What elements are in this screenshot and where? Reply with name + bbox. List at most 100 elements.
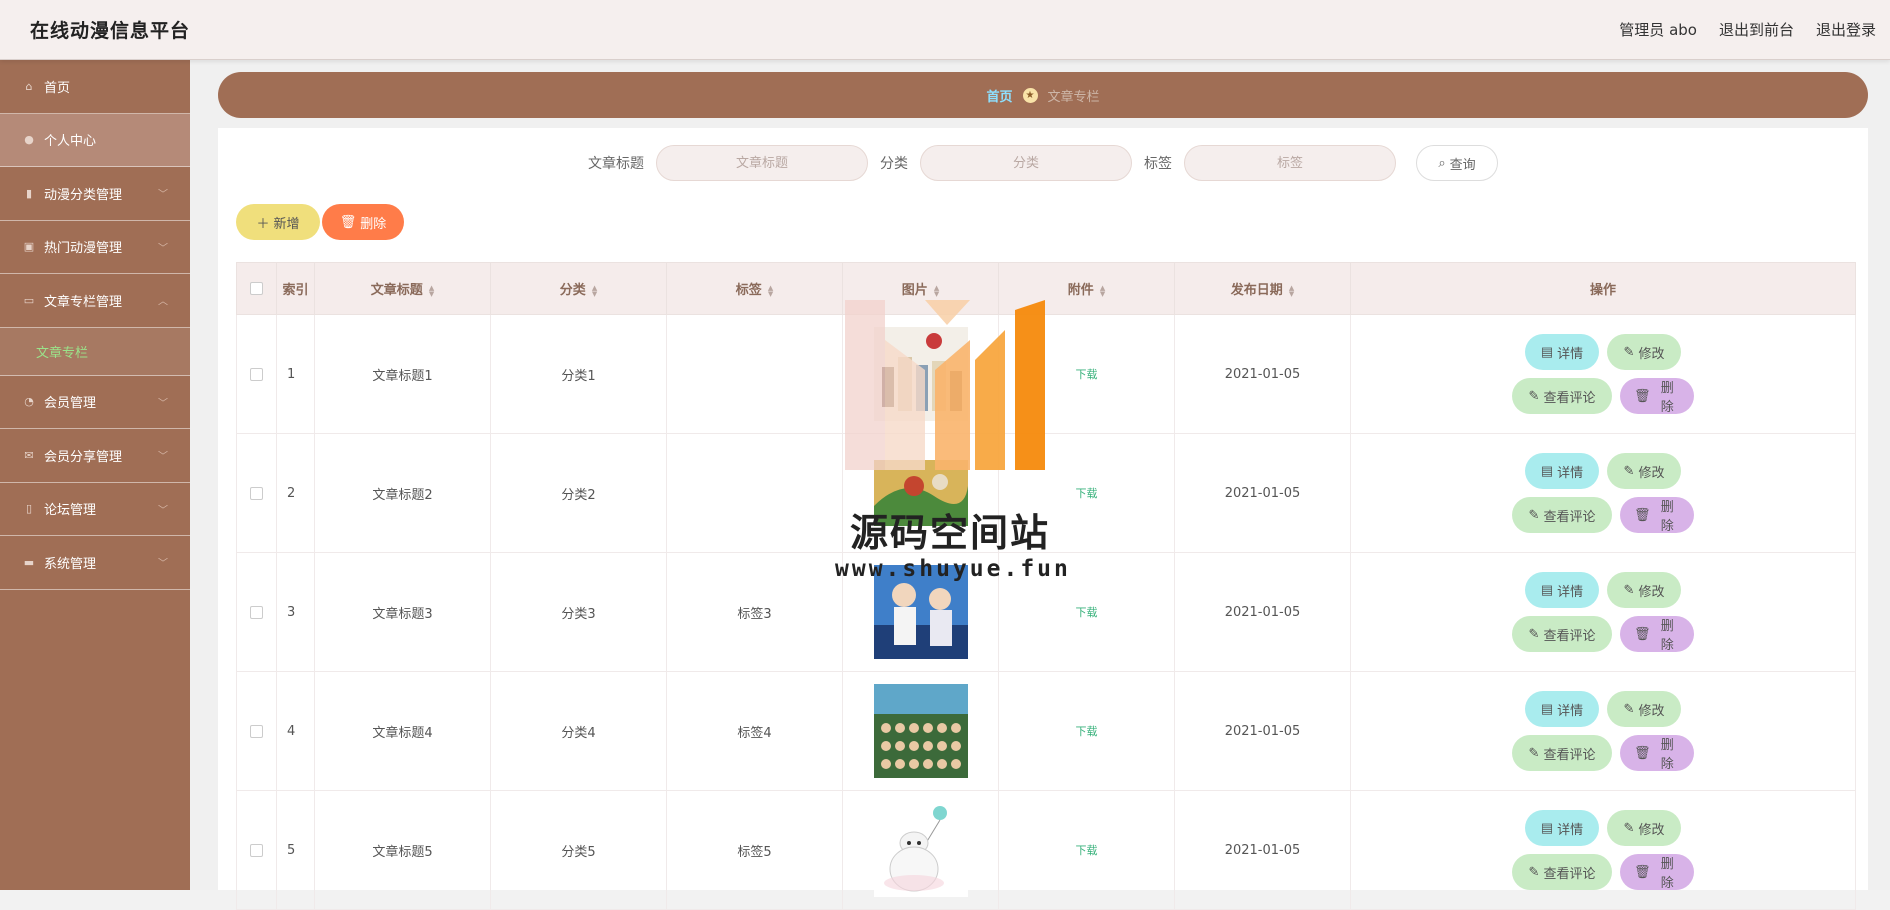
- delete-button-label: 删除: [360, 215, 387, 231]
- detail-button[interactable]: ▤ 详情: [1525, 691, 1599, 727]
- trash-icon: 🗑: [1634, 626, 1651, 641]
- anime-thumbnail[interactable]: [873, 684, 968, 778]
- row-checkbox[interactable]: [250, 486, 263, 500]
- row-category: 分类4: [490, 671, 667, 791]
- view-comments-button[interactable]: ✎ 查看评论: [1512, 378, 1612, 414]
- detail-button[interactable]: ▤ 详情: [1525, 453, 1599, 489]
- bulb-icon: ▯: [25, 502, 33, 516]
- mail-icon: ✉: [24, 448, 34, 462]
- current-user: 管理员 abo: [1619, 21, 1697, 39]
- back-to-front-link[interactable]: 退出到前台: [1719, 19, 1794, 40]
- sidebar-item-member-management[interactable]: ◔ 会员管理 ﹀: [0, 376, 190, 429]
- view-comments-button[interactable]: ✎ 查看评论: [1512, 616, 1612, 652]
- chevron-down-icon: ﹀: [158, 505, 168, 517]
- pencil-icon: ✎: [1528, 388, 1540, 403]
- view-comments-button[interactable]: ✎ 查看评论: [1512, 854, 1612, 890]
- keyboard-icon: ▬: [23, 555, 35, 569]
- pencil-icon: ✎: [1623, 582, 1635, 597]
- download-link[interactable]: 下载: [1076, 487, 1098, 500]
- download-link[interactable]: 下载: [1076, 606, 1098, 619]
- pencil-icon: ✎: [1623, 701, 1635, 716]
- chevron-down-icon: ﹀: [158, 558, 168, 570]
- view-comments-button[interactable]: ✎ 查看评论: [1512, 735, 1612, 771]
- anime-thumbnail[interactable]: [873, 327, 968, 421]
- sidebar-item-member-share-management[interactable]: ✉ 会员分享管理 ﹀: [0, 429, 190, 483]
- breadcrumb-current: 文章专栏: [1047, 89, 1100, 105]
- add-button[interactable]: ＋ 新增: [236, 204, 320, 240]
- column-header-category[interactable]: 分类 ▲ ▼: [490, 262, 667, 315]
- pencil-icon: ✎: [1528, 626, 1540, 641]
- column-header-date[interactable]: 发布日期 ▲ ▼: [1174, 262, 1351, 315]
- app-title: 在线动漫信息平台: [30, 20, 191, 42]
- sidebar-item-forum-management[interactable]: ▯ 论坛管理 ﹀: [0, 483, 190, 536]
- download-link[interactable]: 下载: [1076, 725, 1098, 738]
- detail-button[interactable]: ▤ 详情: [1525, 572, 1599, 608]
- tag-search-input[interactable]: [1184, 145, 1396, 181]
- download-link[interactable]: 下载: [1076, 368, 1098, 381]
- sidebar-item-article-management[interactable]: ▭ 文章专栏管理 ︿: [0, 274, 190, 328]
- sidebar-subitem-article-column[interactable]: 文章专栏: [0, 327, 190, 376]
- row-operations: ▤ 详情 ✎ 修改 ✎ 查看评论 🗑 删除: [1351, 453, 1855, 533]
- sidebar-item-hot-anime-management[interactable]: ▣ 热门动漫管理 ﹀: [0, 221, 190, 274]
- sort-icon[interactable]: ▲ ▼: [592, 284, 597, 297]
- logout-link[interactable]: 退出登录: [1816, 19, 1876, 40]
- delete-button[interactable]: 🗑 删除: [1620, 854, 1694, 890]
- sort-icon[interactable]: ▲ ▼: [934, 284, 939, 297]
- sidebar-item-system-management[interactable]: ▬ 系统管理 ﹀: [0, 536, 190, 590]
- row-title: 文章标题4: [314, 671, 491, 791]
- row-date: 2021-01-05: [1174, 790, 1351, 910]
- chevron-up-icon: ︿: [158, 296, 168, 308]
- sidebar-item-personal-center[interactable]: ● 个人中心: [0, 113, 190, 167]
- edit-button[interactable]: ✎ 修改: [1607, 572, 1681, 608]
- delete-button[interactable]: 🗑 删除: [1620, 616, 1694, 652]
- select-all-checkbox[interactable]: [250, 282, 263, 295]
- sort-icon[interactable]: ▲ ▼: [1289, 284, 1294, 297]
- sidebar-item-category-management[interactable]: ▮ 动漫分类管理 ﹀: [0, 167, 190, 221]
- sidebar-item-label: 文章专栏管理: [44, 294, 123, 310]
- anime-thumbnail[interactable]: [873, 565, 968, 659]
- view-comments-button[interactable]: ✎ 查看评论: [1512, 497, 1612, 533]
- row-operations: ▤ 详情 ✎ 修改 ✎ 查看评论 🗑 删除: [1351, 810, 1855, 890]
- row-title: 文章标题5: [314, 790, 491, 910]
- action-buttons: ＋ 新增 🗑 删除: [236, 204, 404, 240]
- edit-button[interactable]: ✎ 修改: [1607, 453, 1681, 489]
- detail-button[interactable]: ▤ 详情: [1525, 810, 1599, 846]
- column-header-operations: 操作: [1350, 262, 1856, 315]
- sort-icon[interactable]: ▲ ▼: [1100, 284, 1105, 297]
- row-date: 2021-01-05: [1174, 671, 1351, 791]
- tag-icon: ▮: [25, 186, 33, 200]
- column-header-image[interactable]: 图片 ▲ ▼: [842, 262, 999, 315]
- edit-button[interactable]: ✎ 修改: [1607, 334, 1681, 370]
- trash-icon: 🗑: [1634, 864, 1651, 879]
- title-search-input[interactable]: [656, 145, 868, 181]
- breadcrumb-home-link[interactable]: 首页: [986, 86, 1012, 105]
- row-checkbox[interactable]: [250, 605, 263, 619]
- delete-button[interactable]: 🗑 删除: [1620, 735, 1694, 771]
- anime-thumbnail[interactable]: [873, 446, 968, 540]
- sidebar-item-home[interactable]: ⌂ 首页: [0, 60, 190, 114]
- batch-delete-button[interactable]: 🗑 删除: [322, 204, 404, 240]
- row-checkbox[interactable]: [250, 843, 263, 857]
- sort-icon[interactable]: ▲ ▼: [429, 284, 434, 297]
- sidebar-item-label: 热门动漫管理: [44, 241, 123, 257]
- table-header-row: 索引 文章标题 ▲ ▼ 分类 ▲ ▼ 标签 ▲ ▼ 图片 ▲ ▼ 附件 ▲ ▼ 发布日期 ▲ ▼ 操作: [236, 262, 1856, 315]
- edit-button[interactable]: ✎ 修改: [1607, 810, 1681, 846]
- column-header-tag[interactable]: 标签 ▲ ▼: [666, 262, 843, 315]
- row-category: 分类2: [490, 433, 667, 553]
- sort-icon[interactable]: ▲ ▼: [768, 284, 773, 297]
- row-checkbox[interactable]: [250, 367, 263, 381]
- download-link[interactable]: 下载: [1076, 844, 1098, 857]
- edit-button[interactable]: ✎ 修改: [1607, 691, 1681, 727]
- column-header-attachment[interactable]: 附件 ▲ ▼: [998, 262, 1175, 315]
- query-button[interactable]: ⌕ 查询: [1416, 145, 1498, 181]
- document-icon: ▤: [1540, 582, 1554, 597]
- delete-button[interactable]: 🗑 删除: [1620, 497, 1694, 533]
- category-search-input[interactable]: [920, 145, 1132, 181]
- article-table: 索引 文章标题 ▲ ▼ 分类 ▲ ▼ 标签 ▲ ▼ 图片 ▲ ▼ 附件 ▲ ▼ 发布日期 ▲ ▼ 操作 …: [236, 262, 1856, 910]
- pencil-icon: ✎: [1623, 463, 1635, 478]
- delete-button[interactable]: 🗑 删除: [1620, 378, 1694, 414]
- column-header-title[interactable]: 文章标题 ▲ ▼: [314, 262, 491, 315]
- row-checkbox[interactable]: [250, 724, 263, 738]
- detail-button[interactable]: ▤ 详情: [1525, 334, 1599, 370]
- anime-thumbnail[interactable]: [873, 803, 968, 897]
